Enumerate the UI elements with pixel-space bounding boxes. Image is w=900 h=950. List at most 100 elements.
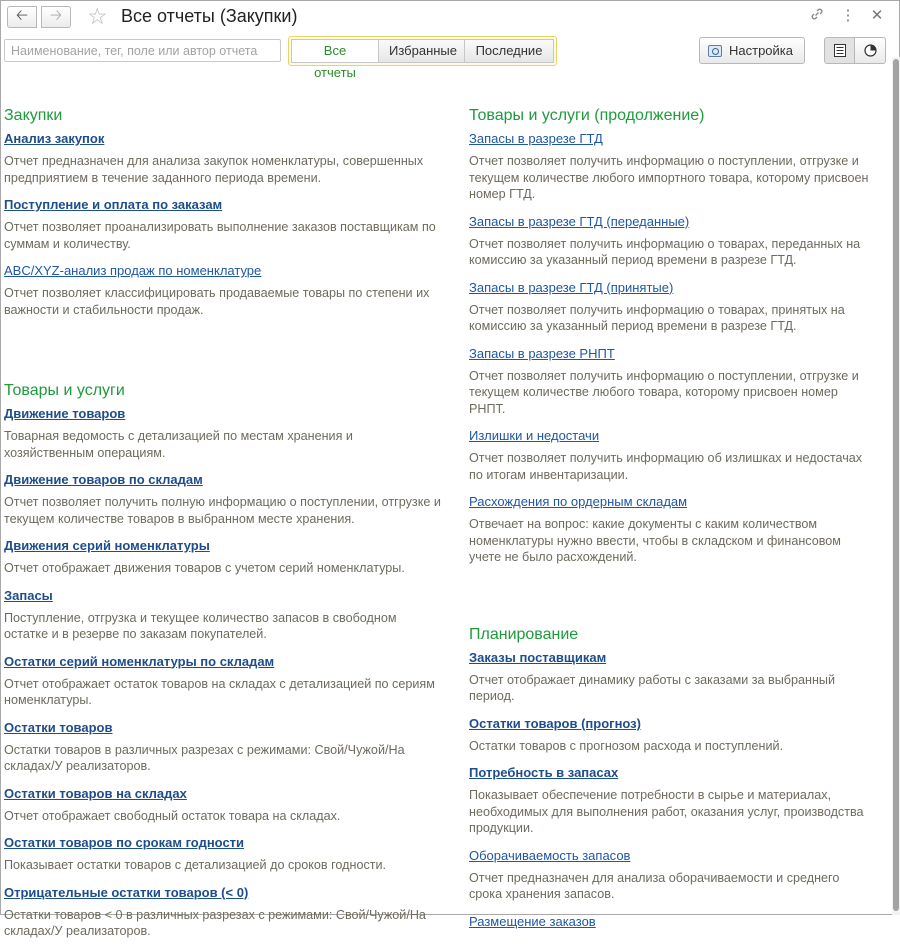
report-item: Оборачиваемость запасов Отчет предназначе… xyxy=(469,847,869,903)
report-description: Отчет отображает динамику работы с заказ… xyxy=(469,672,836,704)
report-link[interactable]: Движения серий номенклатуры xyxy=(4,537,444,554)
pie-chart-icon xyxy=(863,44,877,57)
search-input[interactable] xyxy=(4,39,281,62)
report-item: Запасы в разрезе ГТД Отчет позволяет полу… xyxy=(469,130,869,203)
report-description: Остатки товаров с прогнозом расхода и по… xyxy=(469,738,784,753)
title-bar: 🡠 🡢 ☆ Все отчеты (Закупки) ⋮ ✕ xyxy=(1,1,899,33)
report-item: Поступление и оплата по заказам Отчет поз… xyxy=(4,196,444,252)
favorite-star-icon[interactable]: ☆ xyxy=(87,3,108,29)
window-title: Все отчеты (Закупки) xyxy=(121,6,298,26)
report-link[interactable]: Запасы xyxy=(4,587,444,604)
forward-button[interactable]: 🡢 xyxy=(41,6,71,28)
link-icon[interactable] xyxy=(807,6,827,26)
report-link[interactable]: Движение товаров по складам xyxy=(4,471,444,488)
report-description: Отчет позволяет получить информацию о то… xyxy=(469,302,845,334)
report-item: Излишки и недостачи Отчет позволяет получ… xyxy=(469,427,869,483)
report-description: Отвечает на вопрос: какие документы с ка… xyxy=(469,517,841,564)
report-link[interactable]: Потребность в запасах xyxy=(469,764,869,781)
report-item: Отрицательные остатки товаров (< 0) Остат… xyxy=(4,884,444,940)
section-title: Планирование xyxy=(469,625,579,643)
report-item: Остатки товаров на складах Отчет отобража… xyxy=(4,785,444,825)
report-item: ABC/XYZ-анализ продаж по номенклатуре Отч… xyxy=(4,262,444,318)
report-item: Запасы в разрезе РНПТ Отчет позволяет пол… xyxy=(469,345,869,418)
report-item: Остатки серий номенклатуры по складам Отч… xyxy=(4,653,444,709)
report-item: Остатки товаров по срокам годности Показы… xyxy=(4,834,444,874)
report-link[interactable]: Запасы в разрезе РНПТ xyxy=(469,345,869,362)
report-item: Остатки товаров Остатки товаров в различн… xyxy=(4,719,444,775)
report-description: Отчет предназначен для анализа оборачива… xyxy=(469,870,840,902)
report-item: Заказы поставщикам Отчет отображает динам… xyxy=(469,649,869,705)
report-item: Запасы Поступление, отгрузка и текущее ко… xyxy=(4,587,444,643)
report-description: Поступление, отгрузка и текущее количест… xyxy=(4,610,397,642)
close-icon[interactable]: ✕ xyxy=(867,6,887,24)
report-item: Размещение заказов xyxy=(469,913,869,930)
section-title: Товары и услуги xyxy=(4,382,125,399)
report-item: Запасы в разрезе ГТД (переданные) Отчет п… xyxy=(469,213,869,269)
report-item: Движения серий номенклатуры Отчет отображ… xyxy=(4,537,444,577)
vertical-scrollbar[interactable] xyxy=(892,57,900,915)
report-description: Отчет предназначен для анализа закупок н… xyxy=(4,154,424,185)
report-link[interactable]: Заказы поставщикам xyxy=(469,649,869,666)
report-item: Расхождения по ордерным складам Отвечает … xyxy=(469,493,869,566)
report-description: Отчет позволяет классифицировать продава… xyxy=(4,286,430,317)
report-description: Отчет отображает движения товаров с учет… xyxy=(4,561,405,575)
report-description: Товарная ведомость с детализацией по мес… xyxy=(4,429,353,460)
report-section: Товары и услуги (продолжение) Запасы в ра… xyxy=(469,107,869,566)
report-link[interactable]: Оборачиваемость запасов xyxy=(469,847,869,864)
report-description: Отчет отображает остаток товаров на скла… xyxy=(4,676,435,708)
arrow-right-icon: 🡢 xyxy=(49,6,63,24)
reports-window: 🡠 🡢 ☆ Все отчеты (Закупки) ⋮ ✕ Все отчет… xyxy=(0,0,900,938)
report-link[interactable]: Поступление и оплата по заказам xyxy=(4,196,444,213)
report-link[interactable]: Остатки товаров по срокам годности xyxy=(4,834,444,851)
report-link[interactable]: Запасы в разрезе ГТД xyxy=(469,130,869,147)
settings-icon xyxy=(708,44,722,57)
report-item: Потребность в запасах Показывает обеспече… xyxy=(469,764,869,837)
report-link[interactable]: Остатки товаров на складах xyxy=(4,785,444,802)
report-link[interactable]: Размещение заказов xyxy=(469,913,869,930)
report-description: Остатки товаров < 0 в различных разрезах… xyxy=(4,907,426,939)
back-button[interactable]: 🡠 xyxy=(7,6,37,28)
more-menu-icon[interactable]: ⋮ xyxy=(838,6,858,24)
view-tabs: Все отчеты Избранные Последние xyxy=(288,36,557,80)
left-column: Закупки Анализ закупок Отчет предназначен … xyxy=(4,97,444,950)
list-icon xyxy=(833,44,846,57)
section-title: Закупки xyxy=(4,107,63,124)
right-column: Товары и услуги (продолжение) Запасы в ра… xyxy=(469,97,869,930)
report-description: Отчет позволяет получить информацию об и… xyxy=(469,451,863,482)
report-link[interactable]: Остатки серий номенклатуры по складам xyxy=(4,653,444,670)
report-description: Показывает остатки товаров с детализацие… xyxy=(4,858,387,872)
arrow-left-icon: 🡠 xyxy=(15,6,29,24)
scrollbar-thumb[interactable] xyxy=(893,59,899,911)
report-link[interactable]: Запасы в разрезе ГТД (принятые) xyxy=(469,279,869,296)
report-item: Остатки товаров (прогноз) Остатки товаров… xyxy=(469,715,869,755)
report-link[interactable]: Излишки и недостачи xyxy=(469,427,869,444)
report-link[interactable]: Движение товаров xyxy=(4,405,444,422)
report-description: Отчет позволяет проанализировать выполне… xyxy=(4,220,436,251)
report-link[interactable]: Остатки товаров xyxy=(4,719,444,736)
view-mode-group xyxy=(824,37,886,64)
report-description: Отчет позволяет получить информацию о по… xyxy=(469,154,869,201)
report-link[interactable]: ABC/XYZ-анализ продаж по номенклатуре xyxy=(4,262,444,279)
settings-label: Настройка xyxy=(729,43,793,58)
tab-recent[interactable]: Последние xyxy=(465,39,554,63)
report-description: Отчет позволяет получить информацию о то… xyxy=(469,236,861,268)
report-description: Показывает обеспечение потребности в сыр… xyxy=(469,788,864,835)
report-item: Анализ закупок Отчет предназначен для ана… xyxy=(4,130,444,186)
report-link[interactable]: Анализ закупок xyxy=(4,130,444,147)
report-item: Движение товаров Товарная ведомость с дет… xyxy=(4,405,444,461)
tab-favorites[interactable]: Избранные xyxy=(379,39,465,63)
report-link[interactable]: Остатки товаров (прогноз) xyxy=(469,715,869,732)
report-section: Товары и услуги Движение товаров Товарная … xyxy=(4,382,444,940)
tab-all-reports[interactable]: Все отчеты xyxy=(291,39,379,80)
settings-button[interactable]: Настройка xyxy=(699,37,805,64)
chart-view-button[interactable] xyxy=(855,37,886,64)
report-section: Планирование Заказы поставщикам Отчет отоб… xyxy=(469,626,869,930)
report-link[interactable]: Отрицательные остатки товаров (< 0) xyxy=(4,884,444,901)
report-description: Отчет позволяет получить информацию о по… xyxy=(469,368,859,416)
report-link[interactable]: Расхождения по ордерным складам xyxy=(469,493,869,510)
list-view-button[interactable] xyxy=(824,37,855,64)
report-item: Движение товаров по складам Отчет позволя… xyxy=(4,471,444,527)
report-link[interactable]: Запасы в разрезе ГТД (переданные) xyxy=(469,213,869,230)
report-description: Отчет позволяет получить полную информац… xyxy=(4,495,441,526)
report-item: Запасы в разрезе ГТД (принятые) Отчет поз… xyxy=(469,279,869,335)
